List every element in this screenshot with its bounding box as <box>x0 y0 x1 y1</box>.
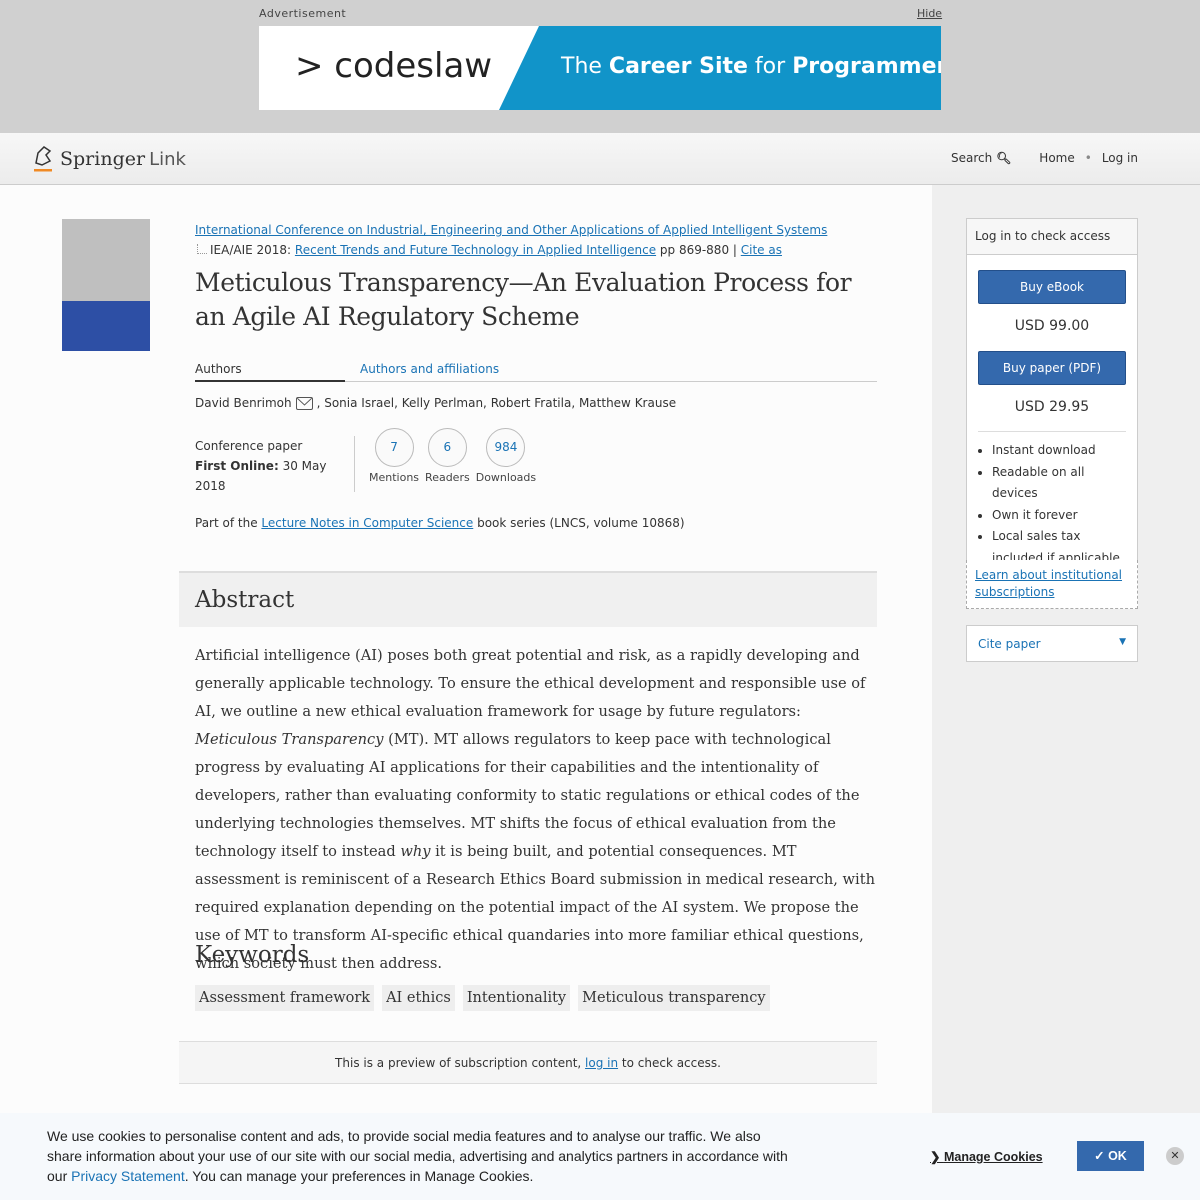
institutional-subscriptions-link[interactable]: Learn about institutional subscriptions <box>975 568 1122 599</box>
cookie-ok-button[interactable]: ✓ OK <box>1077 1141 1144 1171</box>
advertisement: Advertisement Hide > codeslaw The Career… <box>0 0 1200 133</box>
cite-as-link[interactable]: Cite as <box>741 243 782 257</box>
manage-cookies-button[interactable]: ❯ Manage Cookies <box>930 1149 1043 1164</box>
nav-separator: • <box>1084 151 1092 165</box>
site-header: Springer Link Search 🔍︎ Home • Log in <box>0 133 1200 185</box>
buy-ebook-button[interactable]: Buy eBook <box>978 270 1126 304</box>
article-meta: Conference paper First Online: 30 May 20… <box>195 428 877 493</box>
ad-tagline: The Career Site for Programmers <box>561 54 941 79</box>
article-metrics: 7 Mentions 6 Readers 984 Downloads <box>369 428 536 492</box>
keyword: Meticulous transparency <box>578 985 770 1011</box>
tab-authors-affiliations[interactable]: Authors and affiliations <box>360 354 499 381</box>
abstract-heading: Abstract <box>179 571 877 627</box>
metric-mentions[interactable]: 7 Mentions <box>369 428 419 492</box>
cookie-text: We use cookies to personalise content an… <box>47 1128 788 1184</box>
benefit-item: Readable on all devices <box>992 462 1127 505</box>
springer-link-logo[interactable]: Springer Link <box>32 145 186 173</box>
ad-tagline-panel: The Career Site for Programmers <box>499 26 941 110</box>
book-link[interactable]: Recent Trends and Future Technology in A… <box>295 243 656 257</box>
paper-price: USD 29.95 <box>1014 399 1090 415</box>
keyword: Assessment framework <box>195 985 375 1011</box>
purchase-benefits: Instant download Readable on all devices… <box>967 432 1137 581</box>
benefit-item: Instant download <box>992 440 1127 462</box>
buy-paper-button[interactable]: Buy paper (PDF) <box>978 351 1126 385</box>
preview-login-link[interactable]: log in <box>585 1056 618 1070</box>
abstract-text: Artificial intelligence (AI) poses both … <box>195 647 875 972</box>
page-title: Meticulous Transparency—An Evaluation Pr… <box>195 268 852 331</box>
proceedings-prefix: IEA/AIE 2018: <box>210 243 295 257</box>
institutional-box: Learn about institutional subscriptions <box>966 560 1138 609</box>
keyword: Intentionality <box>462 985 571 1011</box>
keyword-list: Assessment framework AI ethics Intention… <box>195 985 770 1011</box>
chevron-right-icon: ❯ <box>930 1150 944 1164</box>
keywords-heading: Keywords <box>195 942 310 968</box>
benefit-item: Own it forever <box>992 505 1127 527</box>
article-header: International Conference on Industrial, … <box>195 220 877 530</box>
email-icon[interactable] <box>295 396 313 410</box>
metric-readers[interactable]: 6 Readers <box>425 428 470 492</box>
page-range: pp 869-880 | <box>656 243 741 257</box>
other-authors: , Sonia Israel, Kelly Perlman, Robert Fr… <box>316 396 677 410</box>
caret-down-icon: ▼ <box>1119 637 1126 647</box>
tab-authors[interactable]: Authors <box>195 354 345 382</box>
privacy-statement-link[interactable]: Privacy Statement <box>71 1168 185 1184</box>
first-online-label: First Online: <box>195 459 279 473</box>
ad-banner[interactable]: > codeslaw The Career Site for Programme… <box>259 26 941 110</box>
series-link[interactable]: Lecture Notes in Computer Science <box>261 516 473 530</box>
author-name[interactable]: David Benrimoh <box>195 396 292 410</box>
cookie-banner: We use cookies to personalise content an… <box>0 1113 1200 1200</box>
author-tabs: Authors Authors and affiliations <box>195 354 877 382</box>
content-type: Conference paper <box>195 439 303 453</box>
search-link[interactable]: Search 🔍︎ <box>951 151 1011 165</box>
book-cover[interactable] <box>62 219 150 351</box>
search-icon: 🔍︎ <box>996 151 1012 165</box>
header-nav: Search 🔍︎ Home • Log in <box>951 151 1138 165</box>
hide-ad-link[interactable]: Hide <box>917 7 942 20</box>
cite-paper-dropdown[interactable]: Cite paper ▼ <box>966 625 1138 662</box>
tree-connector <box>197 244 207 254</box>
book-series: Part of the Lecture Notes in Computer Sc… <box>195 516 685 530</box>
preview-notice: This is a preview of subscription conten… <box>179 1041 877 1084</box>
close-icon[interactable]: ✕ <box>1166 1147 1184 1165</box>
springer-horse-icon <box>34 146 52 172</box>
ad-logo: > codeslaw <box>295 46 493 86</box>
ad-label: Advertisement <box>259 7 347 20</box>
keyword: AI ethics <box>382 985 455 1011</box>
buy-box: Log in to check access Buy eBook USD 99.… <box>966 218 1138 582</box>
login-link[interactable]: Log in <box>1102 151 1138 165</box>
author-list: David Benrimoh , Sonia Israel, Kelly Per… <box>195 396 877 410</box>
login-check-access[interactable]: Log in to check access <box>967 219 1137 255</box>
home-link[interactable]: Home <box>1039 151 1074 165</box>
conference-link[interactable]: International Conference on Industrial, … <box>195 223 827 237</box>
metric-downloads[interactable]: 984 Downloads <box>476 428 536 492</box>
ebook-price: USD 99.00 <box>1014 318 1090 334</box>
